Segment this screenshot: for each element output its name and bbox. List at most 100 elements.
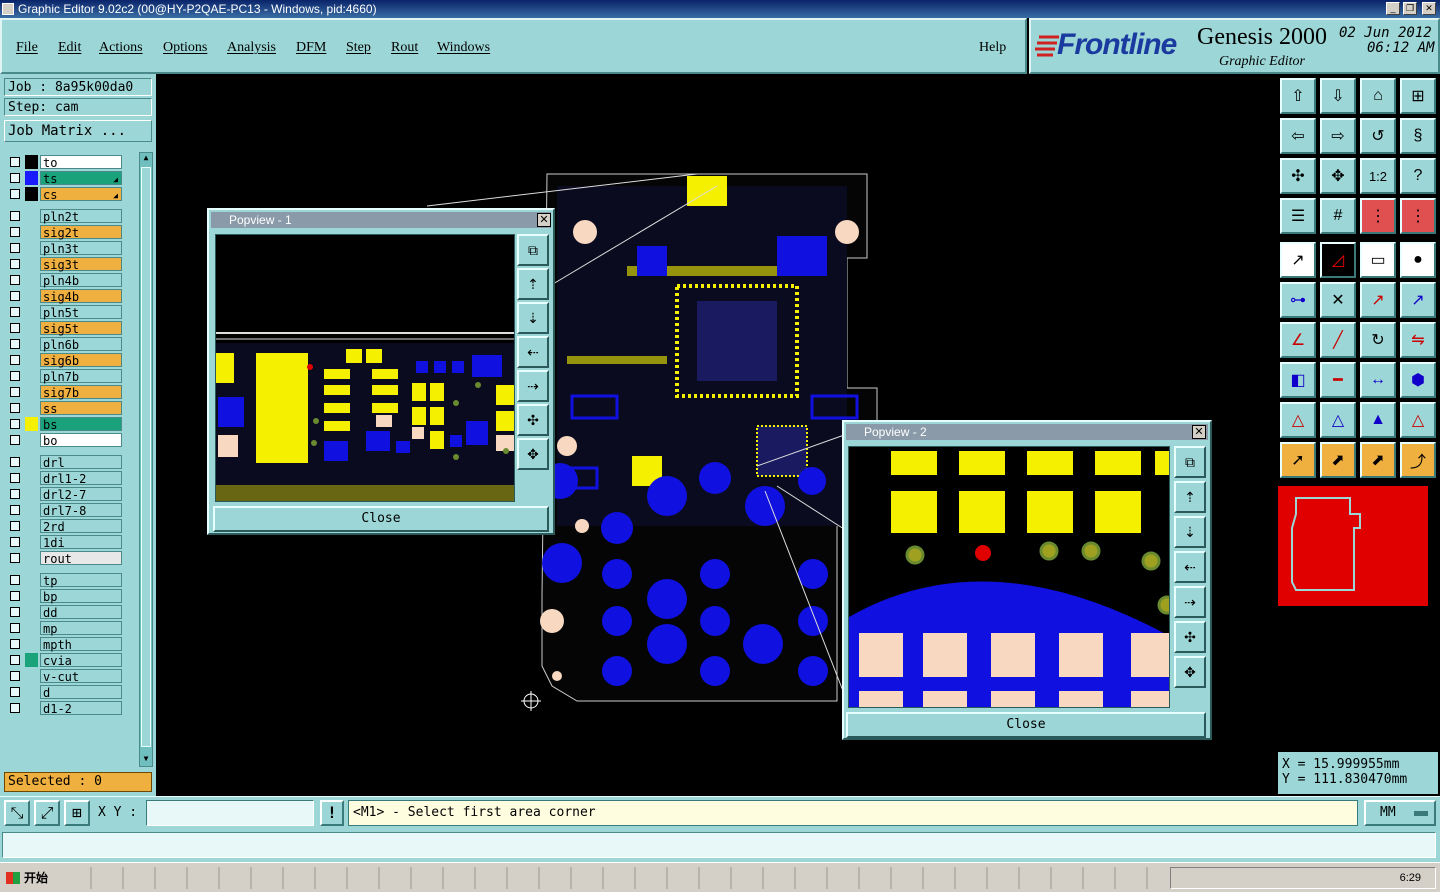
- layer-checkbox[interactable]: [10, 355, 20, 365]
- layer-color-swatch[interactable]: [25, 621, 38, 635]
- popview-zoom-in-icon[interactable]: ✣: [517, 404, 549, 436]
- menu-step[interactable]: Step: [346, 40, 371, 56]
- layer-checkbox[interactable]: [10, 703, 20, 713]
- layer-checkbox[interactable]: [10, 591, 20, 601]
- layer-name[interactable]: pln6b: [40, 337, 122, 352]
- layer-row-rout[interactable]: rout: [4, 550, 138, 566]
- layer-row-pln7b[interactable]: pln7b: [4, 368, 138, 384]
- layer-name[interactable]: sig2t: [40, 225, 122, 240]
- layer-row-pln2t[interactable]: pln2t: [4, 208, 138, 224]
- layer-name[interactable]: drl7-8: [40, 503, 122, 518]
- layer-checkbox[interactable]: [10, 687, 20, 697]
- layer-name[interactable]: pln5t: [40, 305, 122, 320]
- maximize-button[interactable]: ❐: [1403, 2, 1417, 15]
- layer-row-cvia[interactable]: cvia: [4, 652, 138, 668]
- layer-color-swatch[interactable]: [25, 433, 38, 447]
- layer-row-sig6b[interactable]: sig6b: [4, 352, 138, 368]
- layer-name[interactable]: cs ◢: [40, 187, 122, 202]
- redraw-icon[interactable]: §: [1400, 118, 1436, 154]
- layer-checkbox[interactable]: [10, 457, 20, 467]
- layer-checkbox[interactable]: [10, 173, 20, 183]
- menu-edit[interactable]: Edit: [58, 40, 81, 56]
- layer-color-swatch[interactable]: [25, 337, 38, 351]
- layer-name[interactable]: pln2t: [40, 209, 122, 224]
- layer-row-drl1-2[interactable]: drl1-2: [4, 470, 138, 486]
- stretch-point-icon[interactable]: ↗: [1400, 282, 1436, 318]
- menu-file[interactable]: File: [16, 40, 38, 56]
- help-query-icon[interactable]: ?: [1400, 158, 1436, 194]
- triangle-edit-icon[interactable]: △: [1280, 402, 1316, 438]
- layer-checkbox[interactable]: [10, 259, 20, 269]
- layer-row-d1-2[interactable]: d1-2: [4, 700, 138, 716]
- layer-row-sig5t[interactable]: sig5t: [4, 320, 138, 336]
- popview-pan-left-icon[interactable]: ⇠: [517, 336, 549, 368]
- layer-checkbox[interactable]: [10, 227, 20, 237]
- grid-icon[interactable]: #: [1320, 198, 1356, 234]
- layer-color-swatch[interactable]: [25, 209, 38, 223]
- arc-icon[interactable]: ↻: [1360, 322, 1396, 358]
- zoom-1-2-icon[interactable]: 1:2: [1360, 158, 1396, 194]
- home-icon[interactable]: ⌂: [1360, 78, 1396, 114]
- measure-icon[interactable]: ⤢: [34, 800, 60, 826]
- layer-row-drl7-8[interactable]: drl7-8: [4, 502, 138, 518]
- start-button[interactable]: 开始: [2, 867, 50, 889]
- connect-nodes-icon[interactable]: ⊶: [1280, 282, 1316, 318]
- layer-checkbox[interactable]: [10, 189, 20, 199]
- layer-checkbox[interactable]: [10, 307, 20, 317]
- layer-color-swatch[interactable]: [25, 503, 38, 517]
- layer-name[interactable]: sig6b: [40, 353, 122, 368]
- menu-actions[interactable]: Actions: [99, 40, 143, 56]
- cut-line-icon[interactable]: ━: [1320, 362, 1356, 398]
- layer-checkbox[interactable]: [10, 339, 20, 349]
- grid-snap-icon[interactable]: ⊞: [64, 800, 90, 826]
- cross-select-icon[interactable]: ✕: [1320, 282, 1356, 318]
- layer-checkbox[interactable]: [10, 521, 20, 531]
- popview-pan-up-icon[interactable]: ⇡: [1174, 481, 1206, 513]
- layer-list-scrollbar[interactable]: ▲ ▼: [139, 152, 153, 767]
- zoom-area-icon[interactable]: ⤡: [4, 800, 30, 826]
- popview-zoom-fit-icon[interactable]: ⧉: [517, 234, 549, 266]
- layer-checkbox[interactable]: [10, 505, 20, 515]
- layer-checkbox[interactable]: [10, 639, 20, 649]
- layer-row-cs[interactable]: cs ◢: [4, 186, 138, 202]
- layer-row-sig2t[interactable]: sig2t: [4, 224, 138, 240]
- layer-color-swatch[interactable]: [25, 701, 38, 715]
- layer-color-swatch[interactable]: [25, 369, 38, 383]
- select-net-icon[interactable]: ⤴: [1400, 442, 1436, 478]
- menu-rout[interactable]: Rout: [391, 40, 418, 56]
- popview-1-close-button[interactable]: Close: [213, 506, 549, 532]
- layer-name[interactable]: rout: [40, 551, 122, 566]
- layer-name[interactable]: bo: [40, 433, 122, 448]
- layer-color-swatch[interactable]: [25, 573, 38, 587]
- dimension-icon[interactable]: ↔: [1360, 362, 1396, 398]
- layer-row-drl[interactable]: drl: [4, 454, 138, 470]
- layer-color-swatch[interactable]: [25, 171, 38, 185]
- layer-checkbox[interactable]: [10, 371, 20, 381]
- layer-color-swatch[interactable]: [25, 637, 38, 651]
- popview-pan-left-icon[interactable]: ⇠: [1174, 551, 1206, 583]
- layer-color-swatch[interactable]: [25, 653, 38, 667]
- layer-color-swatch[interactable]: [25, 519, 38, 533]
- select-touch-icon[interactable]: ⬈: [1360, 442, 1396, 478]
- layer-checkbox[interactable]: [10, 323, 20, 333]
- layer-color-swatch[interactable]: [25, 257, 38, 271]
- layer-name[interactable]: drl2-7: [40, 487, 122, 502]
- layer-name[interactable]: sig5t: [40, 321, 122, 336]
- layer-row-mpth[interactable]: mpth: [4, 636, 138, 652]
- layer-row-pln4b[interactable]: pln4b: [4, 272, 138, 288]
- layer-name[interactable]: ts ◢: [40, 171, 122, 186]
- overview-map[interactable]: [1278, 486, 1428, 606]
- layer-row-sig3t[interactable]: sig3t: [4, 256, 138, 272]
- mirror-icon[interactable]: ⇋: [1400, 322, 1436, 358]
- layer-row-2rd[interactable]: 2rd: [4, 518, 138, 534]
- layer-checkbox[interactable]: [10, 537, 20, 547]
- select-pointer-icon[interactable]: ➚: [1280, 442, 1316, 478]
- ruler-icon[interactable]: ▭: [1360, 242, 1396, 278]
- layer-name[interactable]: mpth: [40, 637, 122, 652]
- taskbar-buttons[interactable]: [60, 867, 1160, 889]
- job-matrix-button[interactable]: Job Matrix ...: [4, 120, 152, 142]
- units-select[interactable]: MM: [1364, 800, 1436, 826]
- layer-checkbox[interactable]: [10, 291, 20, 301]
- layer-color-swatch[interactable]: [25, 305, 38, 319]
- layer-name[interactable]: 2rd: [40, 519, 122, 534]
